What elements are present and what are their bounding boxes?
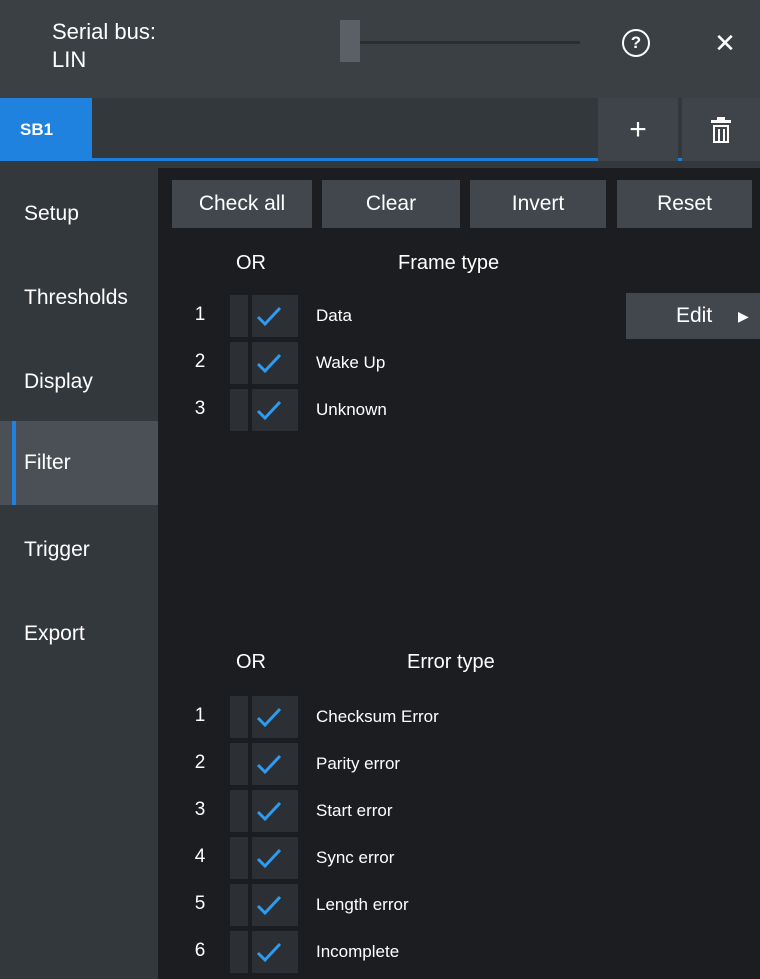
frame-type-label: Wake Up [316,353,386,372]
error-type-row-number: 5 [194,893,206,914]
frame-type-label: Unknown [316,400,387,419]
trash-icon [711,117,731,143]
error-type-label: Start error [316,801,393,820]
frame-or-header: OR [236,252,266,274]
frame-type-header: Frame type [398,252,500,274]
reset-button[interactable]: Reset [617,180,752,228]
error-type-checkbox[interactable] [230,790,298,832]
error-or-header: OR [236,651,266,673]
dialog-header: Serial bus: LIN ? ✕ [0,0,760,98]
error-type-header: Error type [407,651,495,673]
clear-button[interactable]: Clear [322,180,460,228]
sidebar-item-label: Filter [24,451,71,474]
sidebar: Setup Thresholds Display Filter Trigger … [0,168,158,979]
dialog-title: Serial bus: LIN [52,18,156,74]
sidebar-item-trigger[interactable]: Trigger [0,508,158,592]
error-type-label: Parity error [316,754,401,773]
frame-type-checkbox[interactable] [230,295,298,337]
sidebar-item-export[interactable]: Export [0,592,158,676]
error-type-label: Checksum Error [316,707,439,726]
help-icon[interactable]: ? [622,29,650,57]
error-type-row-number: 4 [194,846,206,867]
frame-type-checkbox[interactable] [230,342,298,384]
error-type-label: Length error [316,895,409,914]
check-all-button[interactable]: Check all [172,180,312,228]
error-type-row-number: 1 [194,705,206,726]
edit-label: Edit [676,304,713,327]
frame-type-checkbox[interactable] [230,389,298,431]
error-type-row-number: 6 [194,940,206,961]
edit-frame-button[interactable]: Edit ▶ [626,293,760,339]
add-tab-button[interactable]: + [598,98,678,161]
sidebar-item-label: Thresholds [24,286,128,309]
delete-tab-button[interactable] [682,98,760,161]
transparency-slider-handle[interactable] [340,20,360,62]
sidebar-item-label: Trigger [24,538,90,561]
error-type-checkbox[interactable] [230,743,298,785]
sidebar-item-thresholds[interactable]: Thresholds [0,256,158,340]
error-type-label: Sync error [316,848,395,867]
frame-type-row-number: 3 [194,398,206,419]
chevron-right-icon: ▶ [738,308,749,324]
error-type-row-number: 3 [194,799,206,820]
sidebar-item-filter[interactable]: Filter [0,421,158,505]
error-type-label: Incomplete [316,942,400,961]
error-type-checkbox[interactable] [230,837,298,879]
frame-type-row-number: 1 [194,304,206,325]
title-line-2: LIN [52,47,87,72]
sidebar-item-display[interactable]: Display [0,340,158,424]
error-type-checkbox[interactable] [230,884,298,926]
error-type-row-number: 2 [194,752,206,773]
sidebar-item-label: Display [24,370,93,393]
transparency-slider-track[interactable] [360,41,580,44]
tab-sb1[interactable]: SB1 [0,98,92,161]
close-icon[interactable]: ✕ [710,26,740,60]
frame-type-label: Data [316,306,352,325]
error-type-checkbox[interactable] [230,931,298,973]
sidebar-item-setup[interactable]: Setup [0,172,158,256]
invert-button[interactable]: Invert [470,180,606,228]
sidebar-item-label: Export [24,622,85,645]
title-line-1: Serial bus: [52,19,156,44]
error-type-checkbox[interactable] [230,696,298,738]
frame-type-row-number: 2 [194,351,206,372]
sidebar-item-label: Setup [24,202,79,225]
